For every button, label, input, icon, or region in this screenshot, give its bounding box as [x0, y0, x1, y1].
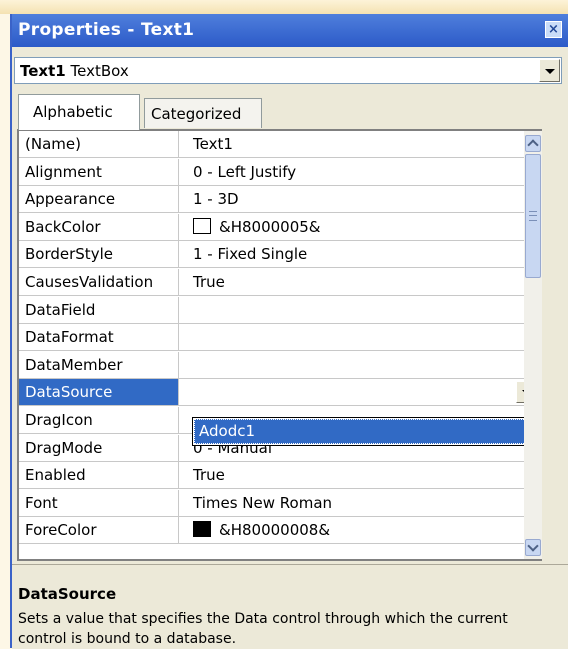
forecolor-swatch	[193, 521, 211, 538]
property-name: DragIcon	[19, 407, 179, 434]
datasource-value-field[interactable]	[179, 379, 538, 407]
property-value[interactable]: &H80000008&	[179, 517, 538, 545]
property-value[interactable]: True	[179, 462, 538, 490]
property-value[interactable]: &H8000005&	[179, 213, 538, 241]
property-row[interactable]: DataField	[19, 296, 538, 325]
property-row[interactable]: DataFormat	[19, 324, 538, 352]
property-value[interactable]: 1 - 3D	[179, 186, 538, 214]
title-bar[interactable]: Properties - Text1 ×	[12, 14, 568, 47]
property-row[interactable]: Alignment 0 - Left Justify	[19, 158, 538, 187]
object-selector-dropdown-button[interactable]	[539, 59, 560, 82]
object-name: Text1	[20, 62, 66, 80]
object-selector-combo[interactable]: Text1 TextBox	[14, 57, 562, 84]
scrollbar-thumb[interactable]	[525, 154, 541, 278]
property-row[interactable]: BorderStyle 1 - Fixed Single	[19, 241, 538, 269]
dropdown-option-adodc1[interactable]: Adodc1	[194, 419, 526, 444]
property-value[interactable]: Times New Roman	[179, 489, 538, 517]
property-value[interactable]: 1 - Fixed Single	[179, 241, 538, 269]
property-value[interactable]	[179, 296, 538, 324]
property-grid: (Name) Text1 Alignment 0 - Left Justify …	[17, 129, 542, 561]
property-row[interactable]: Font Times New Roman	[19, 489, 538, 518]
property-row[interactable]: ForeColor &H80000008&	[19, 517, 538, 545]
property-name: Font	[19, 489, 179, 517]
close-icon[interactable]: ×	[545, 21, 562, 38]
tab-categorized[interactable]: Categorized	[144, 98, 262, 128]
window-title: Properties - Text1	[18, 20, 195, 40]
property-value[interactable]: True	[179, 269, 538, 296]
backcolor-swatch	[193, 217, 211, 234]
property-row[interactable]: CausesValidation True	[19, 269, 538, 297]
properties-window: Properties - Text1 × Text1 TextBox Alpha…	[10, 14, 568, 649]
property-row[interactable]: DataMember	[19, 351, 538, 380]
property-name: DataMember	[19, 351, 179, 379]
backcolor-value: &H8000005&	[219, 217, 321, 236]
property-name: DataSource	[19, 379, 179, 407]
tab-alphabetic[interactable]: Alphabetic	[18, 94, 140, 130]
description-text: Sets a value that specifies the Data con…	[18, 611, 508, 647]
property-value[interactable]: 0 - Left Justify	[179, 158, 538, 186]
property-name: CausesValidation	[19, 269, 179, 296]
property-name: (Name)	[19, 131, 179, 158]
scroll-up-icon[interactable]	[525, 135, 541, 152]
scroll-grip-icon	[529, 211, 537, 221]
property-row[interactable]: Appearance 1 - 3D	[19, 186, 538, 214]
property-name: Alignment	[19, 158, 179, 186]
desktop-background	[0, 0, 568, 14]
property-name: DragMode	[19, 434, 179, 462]
scroll-down-icon[interactable]	[525, 539, 541, 556]
property-name: ForeColor	[19, 517, 179, 545]
property-name: BackColor	[19, 213, 179, 241]
property-row[interactable]: Enabled True	[19, 462, 538, 490]
property-value[interactable]: Text1	[179, 131, 538, 158]
description-pane: DataSource Sets a value that specifies t…	[12, 564, 568, 649]
property-name: BorderStyle	[19, 241, 179, 269]
property-name: Appearance	[19, 186, 179, 214]
property-row[interactable]: (Name) Text1	[19, 131, 538, 159]
description-title: DataSource	[18, 585, 117, 603]
forecolor-value: &H80000008&	[219, 521, 331, 540]
object-type: TextBox	[70, 62, 129, 80]
property-value[interactable]	[179, 351, 538, 379]
property-value[interactable]	[179, 324, 538, 352]
property-name: DataFormat	[19, 324, 179, 352]
property-name: Enabled	[19, 462, 179, 490]
property-name: DataField	[19, 296, 179, 324]
property-row-selected[interactable]: DataSource	[19, 379, 538, 407]
property-grid-scrollbar[interactable]	[524, 131, 542, 559]
property-row[interactable]: BackColor &H8000005&	[19, 213, 538, 242]
object-selector-text: Text1 TextBox	[20, 62, 129, 80]
datasource-dropdown-list: Adodc1	[192, 417, 528, 446]
